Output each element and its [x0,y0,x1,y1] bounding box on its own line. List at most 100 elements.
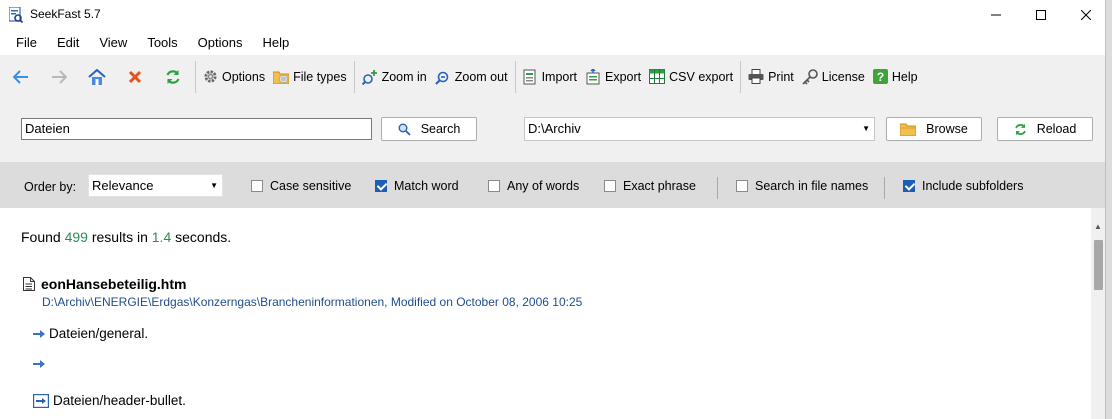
search-input[interactable]: Dateien [21,118,372,140]
toolbar-separator [353,60,355,93]
scroll-up-icon[interactable]: ▲ [1094,222,1102,231]
menu-edit[interactable]: Edit [47,30,89,55]
found-prefix: Found [21,229,61,245]
export-icon [586,68,600,84]
zoom-out-button[interactable]: Zoom out [431,62,512,92]
menu-file[interactable]: File [6,30,47,55]
order-by-value: Relevance [92,178,154,193]
include-subfolders-option[interactable]: Include subfolders [903,179,1023,193]
home-icon [88,68,106,85]
zoom-in-icon [361,69,377,85]
file-types-label: File types [293,69,347,84]
order-by-select[interactable]: Relevance ▼ [88,174,223,197]
result-snippet[interactable]: Dateien/header-bullet. [33,393,186,408]
help-label: Help [891,69,918,84]
arrow-right-icon [52,69,67,84]
minimize-icon [991,14,1001,16]
key-icon [802,68,818,85]
include-subfolders-checkbox[interactable] [903,180,915,192]
menu-help[interactable]: Help [252,30,299,55]
match-word-label: Match word [394,179,459,193]
exact-phrase-label: Exact phrase [623,179,696,193]
import-label: Import [541,69,577,84]
options-button[interactable]: Options [199,62,269,92]
browse-button[interactable]: Browse [886,117,982,141]
match-word-checkbox[interactable] [375,180,387,192]
menu-view[interactable]: View [89,30,137,55]
search-button-label: Search [420,122,461,136]
file-types-button[interactable]: File types [269,62,351,92]
search-button[interactable]: Search [381,117,477,141]
menu-options[interactable]: Options [188,30,253,55]
csv-export-label: CSV export [669,69,734,84]
result-file-path: D:\Archiv\ENERGIE\Erdgas\Konzerngas\Bran… [42,295,583,309]
stop-x-icon [128,70,142,83]
background-window-edge [1106,0,1112,419]
case-sensitive-option[interactable]: Case sensitive [251,179,351,193]
options-separator [717,177,718,199]
menu-tools[interactable]: Tools [137,30,187,55]
reload-button[interactable]: Reload [997,117,1093,141]
forward-button[interactable] [40,62,78,92]
print-button[interactable]: Print [744,62,798,92]
back-button[interactable] [2,62,40,92]
case-sensitive-checkbox[interactable] [251,180,263,192]
gear-icon [204,70,217,83]
export-button[interactable]: Export [581,62,645,92]
result-file-title[interactable]: eonHansebeteilig.htm [23,276,186,292]
scrollbar-thumb[interactable] [1094,240,1103,290]
result-snippet[interactable] [33,360,49,368]
help-button[interactable]: ? Help [869,62,922,92]
refresh-button[interactable] [154,62,192,92]
arrow-right-icon [33,329,45,338]
search-in-file-names-checkbox[interactable] [736,180,748,192]
svg-text:?: ? [877,70,884,84]
close-button[interactable] [1063,0,1109,30]
arrow-right-icon [33,360,45,368]
license-button[interactable]: License [798,62,869,92]
zoom-in-button[interactable]: Zoom in [358,62,431,92]
document-icon [23,277,35,291]
import-button[interactable]: Import [519,62,581,92]
folder-icon [900,123,917,136]
search-time: 1.4 [151,229,172,245]
any-of-words-label: Any of words [507,179,580,193]
any-of-words-checkbox[interactable] [488,180,500,192]
exact-phrase-checkbox[interactable] [604,180,616,192]
results-pane: Found 499 results in 1.4 seconds. eonHan… [0,208,1091,419]
search-in-file-names-option[interactable]: Search in file names [736,179,868,193]
maximize-button[interactable] [1018,0,1064,30]
browse-button-label: Browse [926,122,968,136]
result-snippet[interactable]: Dateien/general. [33,326,148,341]
dropdown-arrow-icon: ▼ [862,124,870,133]
license-label: License [821,69,865,84]
results-scrollbar[interactable]: ▲ [1091,208,1105,419]
home-button[interactable] [78,62,116,92]
close-icon [1081,10,1091,20]
match-word-option[interactable]: Match word [375,179,459,193]
result-file-name[interactable]: eonHansebeteilig.htm [41,276,186,292]
csv-export-button[interactable]: CSV export [645,62,737,92]
results-summary: Found 499 results in 1.4 seconds. [21,229,231,245]
stop-button[interactable] [116,62,154,92]
options-label: Options [222,69,266,84]
folder-combo[interactable]: D:\Archiv ▼ [524,117,875,141]
minimize-button[interactable] [973,0,1019,30]
printer-icon [748,69,764,84]
folder-list-icon [273,71,290,84]
exact-phrase-option[interactable]: Exact phrase [604,179,696,193]
window-title: SeekFast 5.7 [30,7,101,21]
help-question-icon: ? [872,69,888,84]
csv-table-icon [649,69,666,84]
toolbar: Options File types Zoom in Zoom out Impo… [0,55,1105,98]
menu-bar: File Edit View Tools Options Help [0,30,1105,55]
arrow-left-icon [13,69,28,84]
zoom-out-icon [435,71,449,85]
any-of-words-option[interactable]: Any of words [488,179,579,193]
results-mid-text: results in [91,229,148,245]
title-bar: SeekFast 5.7 [0,0,1105,30]
app-window: SeekFast 5.7 File Edit View Tools Option… [0,0,1106,419]
include-subfolders-label: Include subfolders [922,179,1024,193]
toolbar-separator [514,60,516,93]
options-separator [884,177,885,199]
